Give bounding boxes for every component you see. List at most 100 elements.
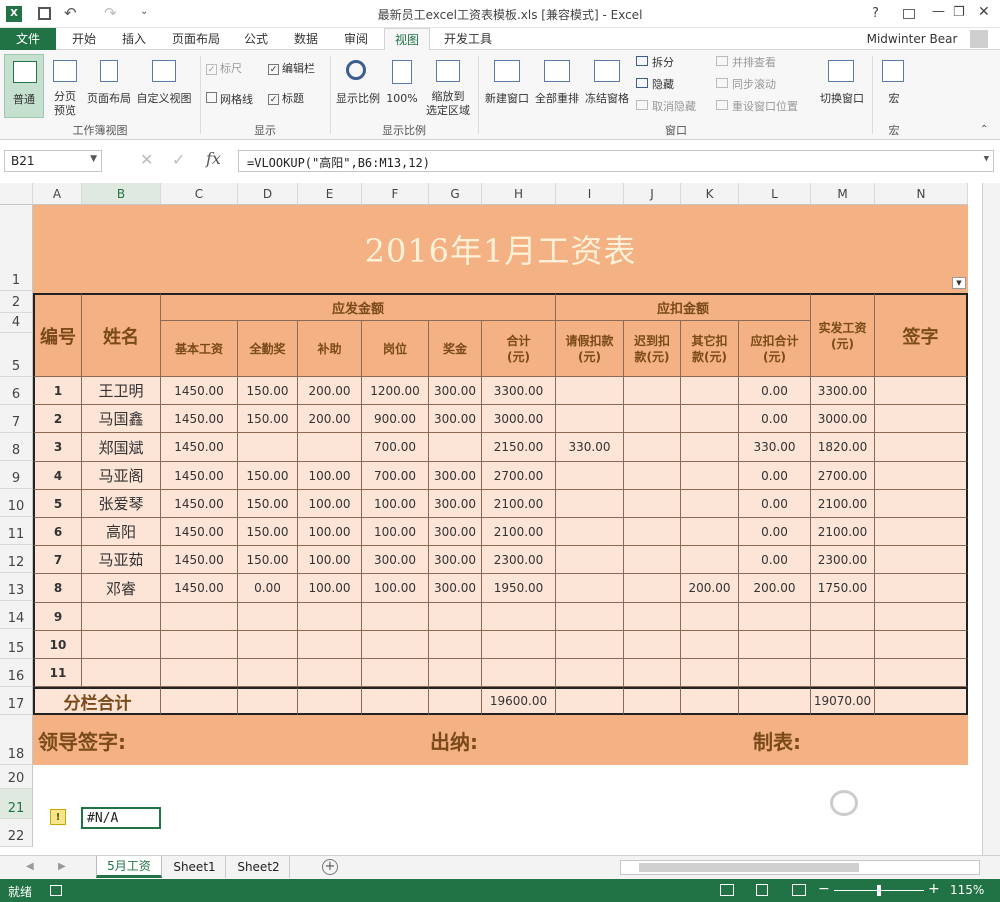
column-header-L[interactable]: L <box>739 183 811 205</box>
sheet-tab-sheet2[interactable]: Sheet2 <box>228 856 290 878</box>
row-header-4[interactable]: 4 <box>0 313 33 333</box>
new-window-button[interactable]: 新建窗口 <box>482 54 532 118</box>
row-header-8[interactable]: 8 <box>0 433 33 461</box>
ruler-checkbox[interactable]: ✓ 标尺 <box>206 62 264 76</box>
avatar[interactable] <box>970 30 988 48</box>
ribbon-display-icon[interactable] <box>903 9 915 19</box>
tab-formulas[interactable]: 公式 <box>238 28 274 50</box>
row-header-20[interactable]: 20 <box>0 765 33 789</box>
column-header-B[interactable]: B <box>82 183 161 205</box>
redo-icon[interactable]: ↷ <box>104 4 117 22</box>
zoom-slider[interactable] <box>834 885 924 896</box>
sheet-tab-5yue[interactable]: 5月工资 <box>96 856 162 878</box>
row-header-17[interactable]: 17 <box>0 687 33 715</box>
qat-customize-icon[interactable]: ⌄ <box>140 6 148 17</box>
row-header-12[interactable]: 12 <box>0 545 33 573</box>
sync-scroll-button[interactable]: 同步滚动 <box>716 78 806 92</box>
insert-function-icon[interactable]: fx <box>206 149 221 168</box>
close-button[interactable]: ✕ <box>978 4 990 20</box>
page-layout-status-icon[interactable] <box>756 884 768 896</box>
zoom-100-button[interactable]: 100% <box>384 54 420 118</box>
row-header-11[interactable]: 11 <box>0 517 33 545</box>
user-name[interactable]: Midwinter Bear <box>862 28 962 50</box>
minimize-button[interactable]: — <box>932 4 945 19</box>
row-header-18[interactable]: 18 <box>0 715 33 765</box>
row-header-6[interactable]: 6 <box>0 377 33 405</box>
row-header-16[interactable]: 16 <box>0 659 33 687</box>
row-header-7[interactable]: 7 <box>0 405 33 433</box>
column-header-M[interactable]: M <box>811 183 875 205</box>
headings-checkbox[interactable]: ✓ 标题 <box>268 92 328 106</box>
column-header-C[interactable]: C <box>161 183 238 205</box>
column-header-G[interactable]: G <box>429 183 482 205</box>
row-header-15[interactable]: 15 <box>0 629 33 659</box>
zoom-to-selection-button[interactable]: 缩放到 选定区域 <box>422 54 474 118</box>
macro-record-icon[interactable] <box>50 885 62 896</box>
unhide-button[interactable]: 取消隐藏 <box>636 100 706 114</box>
zoom-level[interactable]: 115% <box>950 883 984 897</box>
tab-insert[interactable]: 插入 <box>116 28 152 50</box>
hide-button[interactable]: 隐藏 <box>636 78 706 92</box>
custom-views-button[interactable]: 自定义视图 <box>134 54 194 118</box>
restore-button[interactable]: ❐ <box>953 5 965 20</box>
help-button[interactable]: ? <box>872 6 879 21</box>
page-layout-button[interactable]: 页面布局 <box>84 54 134 118</box>
select-all-corner[interactable] <box>0 183 33 205</box>
arrange-all-button[interactable]: 全部重排 <box>532 54 582 118</box>
column-header-N[interactable]: N <box>875 183 968 205</box>
column-header-H[interactable]: H <box>482 183 556 205</box>
scroll-tabs-left-icon[interactable]: ◀ <box>26 861 34 872</box>
column-header-A[interactable]: A <box>33 183 82 205</box>
tab-view[interactable]: 视图 <box>384 28 430 50</box>
reset-window-position-button[interactable]: 重设窗口位置 <box>716 100 816 114</box>
tab-review[interactable]: 审阅 <box>338 28 374 50</box>
row-header-13[interactable]: 13 <box>0 573 33 601</box>
expand-formula-icon[interactable]: ▼ <box>984 154 989 164</box>
page-break-status-icon[interactable] <box>792 884 806 896</box>
macros-button[interactable]: 宏 <box>876 54 912 118</box>
tab-file[interactable]: 文件 <box>0 28 56 50</box>
column-header-F[interactable]: F <box>362 183 429 205</box>
scrollbar-thumb[interactable] <box>639 863 859 872</box>
scroll-tabs-right-icon[interactable]: ▶ <box>58 861 66 872</box>
tab-developer[interactable]: 开发工具 <box>440 28 496 50</box>
page-break-preview-button[interactable]: 分页 预览 <box>48 54 82 118</box>
zoom-in-button[interactable]: + <box>928 881 940 897</box>
normal-view-button[interactable]: 普通 <box>4 54 44 118</box>
save-icon[interactable] <box>38 7 51 20</box>
formula-input[interactable]: =VLOOKUP("高阳",B6:M13,12) ▼ <box>238 150 994 172</box>
collapse-ribbon-icon[interactable]: ⌃ <box>980 124 988 135</box>
enter-icon[interactable]: ✓ <box>172 150 185 169</box>
zoom-button[interactable]: 显示比例 <box>334 54 382 118</box>
sheet-tab-sheet1[interactable]: Sheet1 <box>164 856 226 878</box>
row-header-1[interactable]: 1 <box>0 205 33 291</box>
column-header-J[interactable]: J <box>624 183 681 205</box>
formula-bar-checkbox[interactable]: ✓ 编辑栏 <box>268 62 328 76</box>
gridlines-checkbox[interactable]: 网格线 <box>206 92 266 107</box>
zoom-out-button[interactable]: − <box>818 881 830 897</box>
row-header-2[interactable]: 2 <box>0 291 33 313</box>
column-header-D[interactable]: D <box>238 183 298 205</box>
name-box[interactable]: B21 ▼ <box>4 150 102 172</box>
vertical-scrollbar[interactable] <box>982 183 1000 855</box>
row-header-14[interactable]: 14 <box>0 601 33 629</box>
column-header-K[interactable]: K <box>681 183 739 205</box>
tab-page-layout[interactable]: 页面布局 <box>168 28 224 50</box>
row-header-9[interactable]: 9 <box>0 461 33 489</box>
cell-B21[interactable]: #N/A <box>81 807 161 829</box>
horizontal-scrollbar[interactable] <box>620 860 980 875</box>
filter-dropdown-icon[interactable]: ▼ <box>952 277 966 289</box>
freeze-panes-button[interactable]: 冻结窗格 <box>582 54 632 118</box>
tab-home[interactable]: 开始 <box>66 28 102 50</box>
column-header-E[interactable]: E <box>298 183 362 205</box>
row-header-21[interactable]: 21 <box>0 789 33 819</box>
switch-windows-button[interactable]: 切换窗口 <box>816 54 868 118</box>
error-warning-icon[interactable]: ! <box>50 809 66 825</box>
zoom-slider-thumb[interactable] <box>877 885 881 896</box>
new-sheet-button[interactable]: + <box>322 859 338 875</box>
cancel-icon[interactable]: ✕ <box>140 150 153 169</box>
undo-icon[interactable]: ↶ <box>64 4 77 22</box>
row-header-5[interactable]: 5 <box>0 333 33 377</box>
normal-view-status-icon[interactable] <box>720 884 734 896</box>
column-header-I[interactable]: I <box>556 183 624 205</box>
